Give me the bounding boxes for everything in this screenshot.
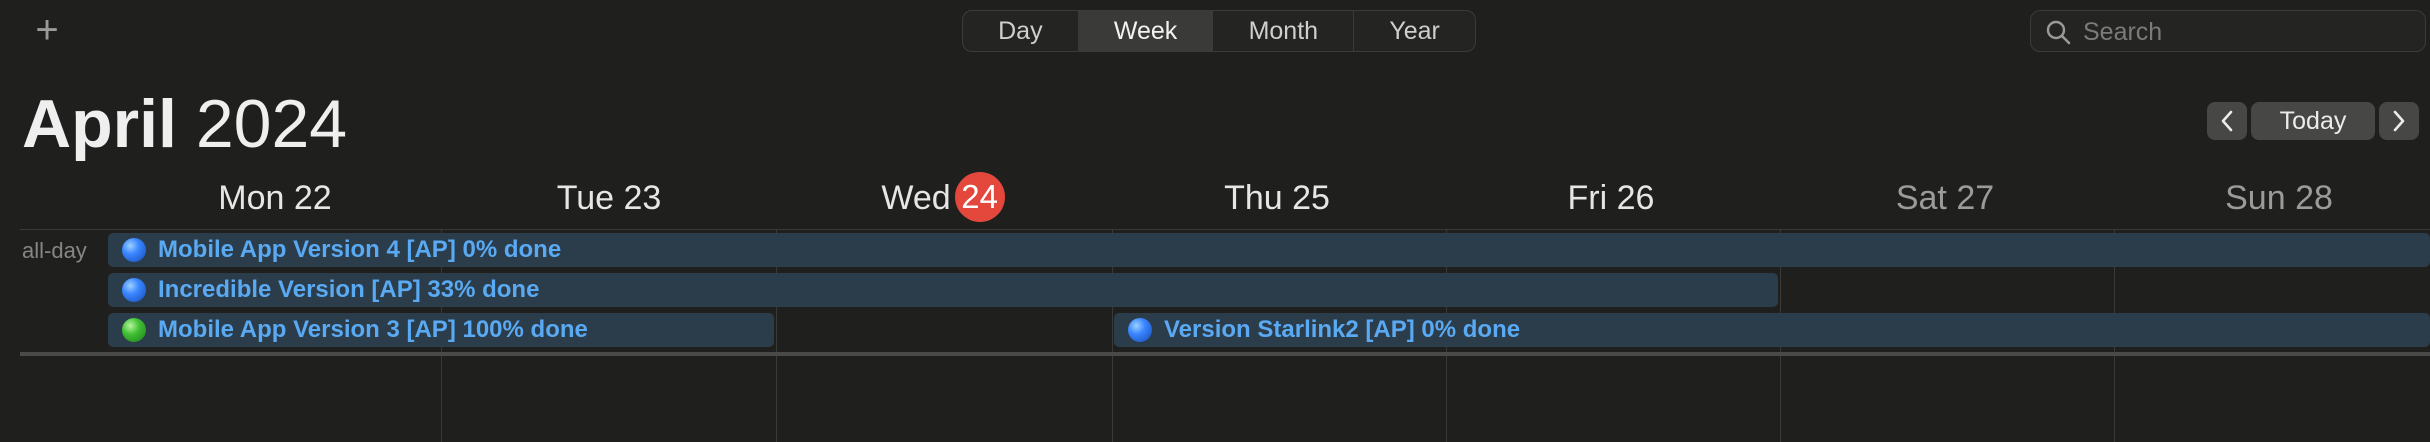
view-month-button[interactable]: Month [1213, 11, 1355, 51]
day-header-thu[interactable]: Thu 25 [1110, 174, 1444, 222]
calendar-color-dot [122, 318, 146, 342]
month-label: April [22, 86, 177, 162]
day-header-fri[interactable]: Fri 26 [1444, 174, 1778, 222]
event-title: Version Starlink2 [AP] 0% done [1164, 316, 1521, 343]
calendar-color-dot [1128, 318, 1152, 342]
calendar-color-dot [122, 238, 146, 262]
today-button[interactable]: Today [2251, 102, 2375, 140]
search-icon [2046, 20, 2071, 45]
search-input[interactable] [2081, 15, 2415, 49]
all-day-label: all-day [22, 238, 87, 263]
add-event-button[interactable]: + [22, 8, 72, 52]
view-switcher: Day Week Month Year [962, 10, 1476, 52]
all-day-section-divider [20, 352, 2430, 356]
chevron-left-icon [2221, 110, 2233, 132]
event-title: Mobile App Version 4 [AP] 0% done [158, 236, 562, 263]
day-header-tue[interactable]: Tue 23 [442, 174, 776, 222]
today-badge: 24 [954, 172, 1005, 223]
chevron-right-icon [2393, 110, 2405, 132]
view-year-button[interactable]: Year [1354, 11, 1475, 51]
previous-week-button[interactable] [2207, 102, 2247, 140]
header-divider [20, 229, 2430, 230]
search-field[interactable] [2030, 10, 2426, 52]
calendar-color-dot [122, 278, 146, 302]
event-title: Mobile App Version 3 [AP] 100% done [158, 316, 588, 343]
day-header-mon[interactable]: Mon 22 [108, 174, 442, 222]
event-title: Incredible Version [AP] 33% done [158, 276, 540, 303]
allday-event[interactable]: Mobile App Version 3 [AP] 100% done [108, 313, 774, 347]
day-header-sun[interactable]: Sun 28 [2112, 174, 2430, 222]
day-header-wed[interactable]: Wed 24 [776, 172, 1110, 225]
next-week-button[interactable] [2379, 102, 2419, 140]
allday-event[interactable]: Incredible Version [AP] 33% done [108, 273, 1778, 307]
view-week-button[interactable]: Week [1078, 11, 1214, 51]
allday-event[interactable]: Mobile App Version 4 [AP] 0% done [108, 233, 2430, 267]
allday-event[interactable]: Version Starlink2 [AP] 0% done [1114, 313, 2430, 347]
view-day-button[interactable]: Day [963, 11, 1079, 51]
year-label: 2024 [195, 86, 348, 162]
day-header-sat[interactable]: Sat 27 [1778, 174, 2112, 222]
page-title: April 2024 [22, 84, 347, 164]
